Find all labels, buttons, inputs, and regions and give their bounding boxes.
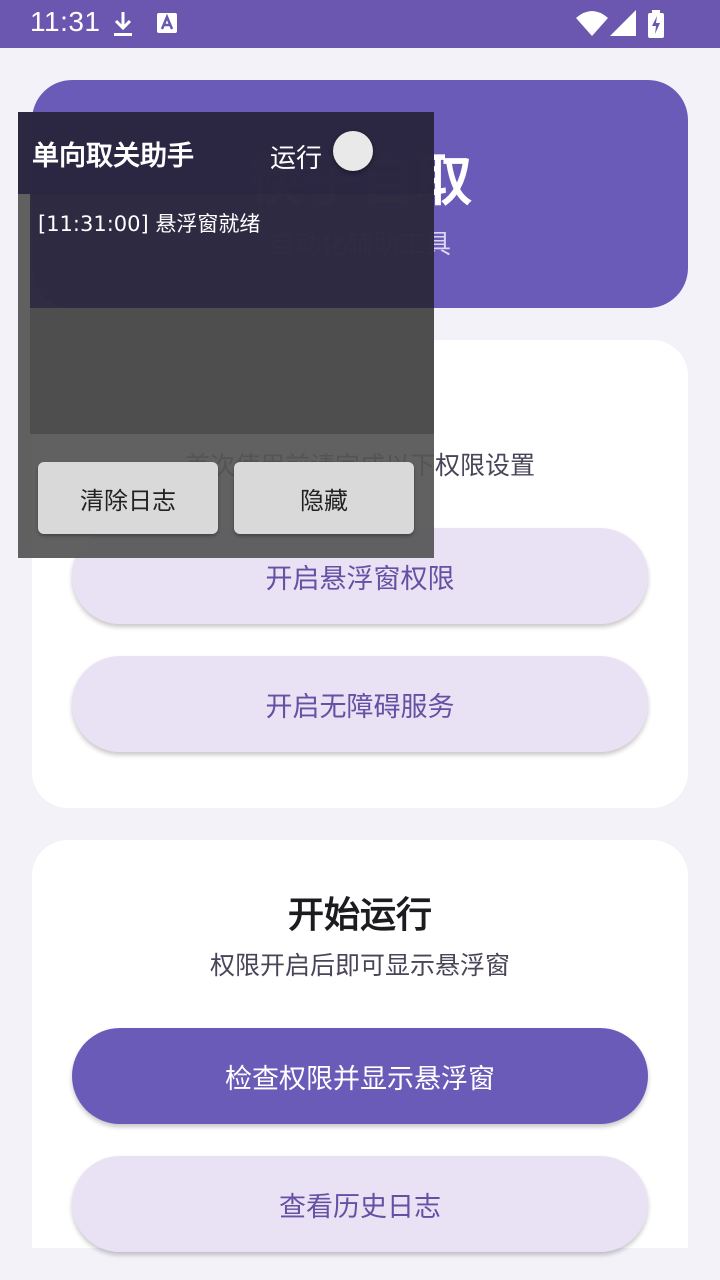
- battery-charging-icon: [647, 10, 665, 42]
- floating-window-title: 单向取关助手: [32, 141, 194, 172]
- signal-icon: [610, 10, 636, 40]
- status-bar: 11:31: [0, 0, 720, 48]
- start-title: 开始运行: [287, 895, 432, 936]
- log-panel-empty-area: [30, 308, 434, 434]
- check-permissions-show-overlay-button[interactable]: 检查权限并显示悬浮窗: [72, 1028, 648, 1124]
- start-description: 权限开启后即可显示悬浮窗: [209, 951, 510, 980]
- accessibility-service-button[interactable]: 开启无障碍服务: [72, 656, 648, 752]
- download-icon: [112, 10, 134, 42]
- run-toggle[interactable]: [333, 131, 373, 171]
- floating-window[interactable]: 单向取关助手 运行 [11:31:00] 悬浮窗就绪 清除日志 隐藏: [18, 112, 434, 558]
- wifi-icon: [576, 10, 608, 40]
- view-history-log-button[interactable]: 查看历史日志: [72, 1156, 648, 1252]
- a-box-icon: [156, 10, 178, 40]
- run-toggle-label: 运行: [270, 144, 323, 174]
- status-time: 11:31: [30, 6, 101, 37]
- log-entry: [11:31:00] 悬浮窗就绪: [38, 212, 261, 236]
- start-card: 开始运行 权限开启后即可显示悬浮窗 检查权限并显示悬浮窗 查看历史日志: [32, 840, 688, 1252]
- hide-button[interactable]: 隐藏: [234, 462, 414, 534]
- clear-log-button[interactable]: 清除日志: [38, 462, 218, 534]
